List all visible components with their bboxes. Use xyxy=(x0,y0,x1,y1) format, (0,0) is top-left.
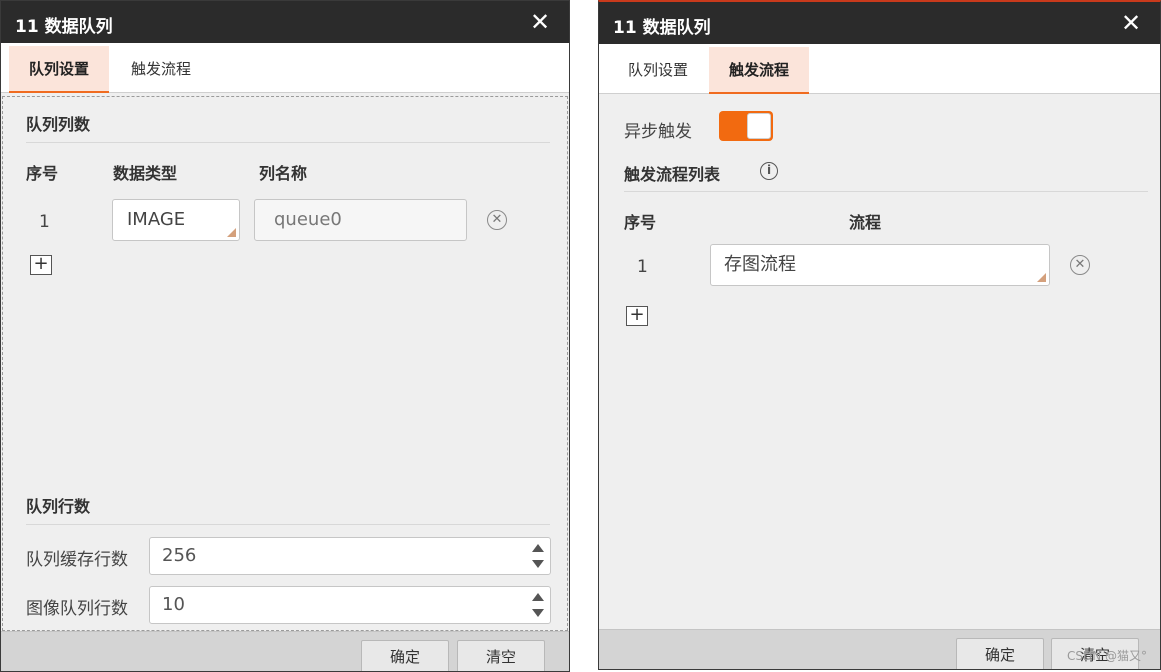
tab-trigger-flow[interactable]: 触发流程 xyxy=(709,47,809,94)
async-trigger-label: 异步触发 xyxy=(624,122,692,142)
data-type-select[interactable]: IMAGE xyxy=(112,199,240,241)
tab-bar: 队列设置 触发流程 xyxy=(1,43,569,93)
tab-queue-settings[interactable]: 队列设置 xyxy=(609,47,707,94)
close-icon[interactable]: ✕ xyxy=(1116,8,1146,38)
data-queue-dialog-settings: 11 数据队列 ✕ 队列设置 触发流程 队列列数 序号 数据类型 列名称 1 I… xyxy=(0,0,570,672)
divider xyxy=(624,191,1148,192)
confirm-button[interactable]: 确定 xyxy=(956,638,1044,669)
image-queue-rows-label: 图像队列行数 xyxy=(26,599,128,619)
flow-select[interactable]: 存图流程 xyxy=(710,244,1050,286)
dialog-title: 11 数据队列 xyxy=(613,18,711,38)
screenshot-stage: 11 数据队列 ✕ 队列设置 触发流程 队列列数 序号 数据类型 列名称 1 I… xyxy=(0,0,1161,672)
tab-bar: 队列设置 触发流程 xyxy=(599,44,1160,94)
close-icon[interactable]: ✕ xyxy=(525,7,555,37)
image-queue-rows-value: 10 xyxy=(162,594,185,615)
remove-circle-icon[interactable]: ✕ xyxy=(487,210,507,230)
dialog-titlebar: 11 数据队列 ✕ xyxy=(599,2,1160,44)
section-title-trigger-list: 触发流程列表 xyxy=(624,165,721,184)
header-data-type: 数据类型 xyxy=(113,164,178,183)
clear-button[interactable]: 清空 xyxy=(457,640,545,671)
row-index: 1 xyxy=(637,257,648,277)
data-type-value: IMAGE xyxy=(127,209,186,230)
queue-buffer-rows-spinner[interactable]: 256 xyxy=(149,537,551,575)
dialog-titlebar: 11 数据队列 ✕ xyxy=(1,1,569,43)
toggle-knob xyxy=(747,113,771,139)
add-square-icon[interactable]: + xyxy=(626,306,648,326)
header-index: 序号 xyxy=(624,213,657,232)
row-index: 1 xyxy=(39,212,50,232)
info-icon[interactable]: i xyxy=(760,162,778,180)
divider xyxy=(26,142,550,143)
trigger-panel: 异步触发 触发流程列表 i 序号 流程 1 存图流程 ✕ + xyxy=(599,95,1160,629)
settings-panel: 队列列数 序号 数据类型 列名称 1 IMAGE queue0 ✕ + 队列行数… xyxy=(2,96,568,631)
header-column-name: 列名称 xyxy=(259,164,308,183)
remove-circle-icon[interactable]: ✕ xyxy=(1070,255,1090,275)
async-trigger-toggle[interactable] xyxy=(719,111,773,141)
column-name-input[interactable]: queue0 xyxy=(254,199,467,241)
spinner-arrows-icon[interactable] xyxy=(532,593,544,617)
section-title-columns: 队列列数 xyxy=(26,115,91,134)
tab-queue-settings[interactable]: 队列设置 xyxy=(9,46,109,93)
queue-buffer-rows-label: 队列缓存行数 xyxy=(26,550,128,570)
flow-value: 存图流程 xyxy=(724,254,796,275)
header-index: 序号 xyxy=(26,164,59,183)
section-title-rows: 队列行数 xyxy=(26,497,91,516)
divider xyxy=(26,524,550,525)
column-name-value: queue0 xyxy=(274,209,342,230)
add-square-icon[interactable]: + xyxy=(30,255,52,275)
dropdown-corner-icon xyxy=(1037,273,1046,282)
confirm-button[interactable]: 确定 xyxy=(361,640,449,671)
header-flow: 流程 xyxy=(849,213,882,232)
spinner-arrows-icon[interactable] xyxy=(532,544,544,568)
dialog-title: 11 数据队列 xyxy=(15,17,113,37)
tab-trigger-flow[interactable]: 触发流程 xyxy=(113,46,209,93)
dropdown-corner-icon xyxy=(227,228,236,237)
dialog-footer: 确定 清空 xyxy=(1,631,569,671)
queue-buffer-rows-value: 256 xyxy=(162,545,197,566)
watermark: CSDN @猫又° xyxy=(1066,649,1147,663)
data-queue-dialog-trigger: 11 数据队列 ✕ 队列设置 触发流程 异步触发 触发流程列表 i 序号 流程 … xyxy=(598,0,1161,670)
image-queue-rows-spinner[interactable]: 10 xyxy=(149,586,551,624)
